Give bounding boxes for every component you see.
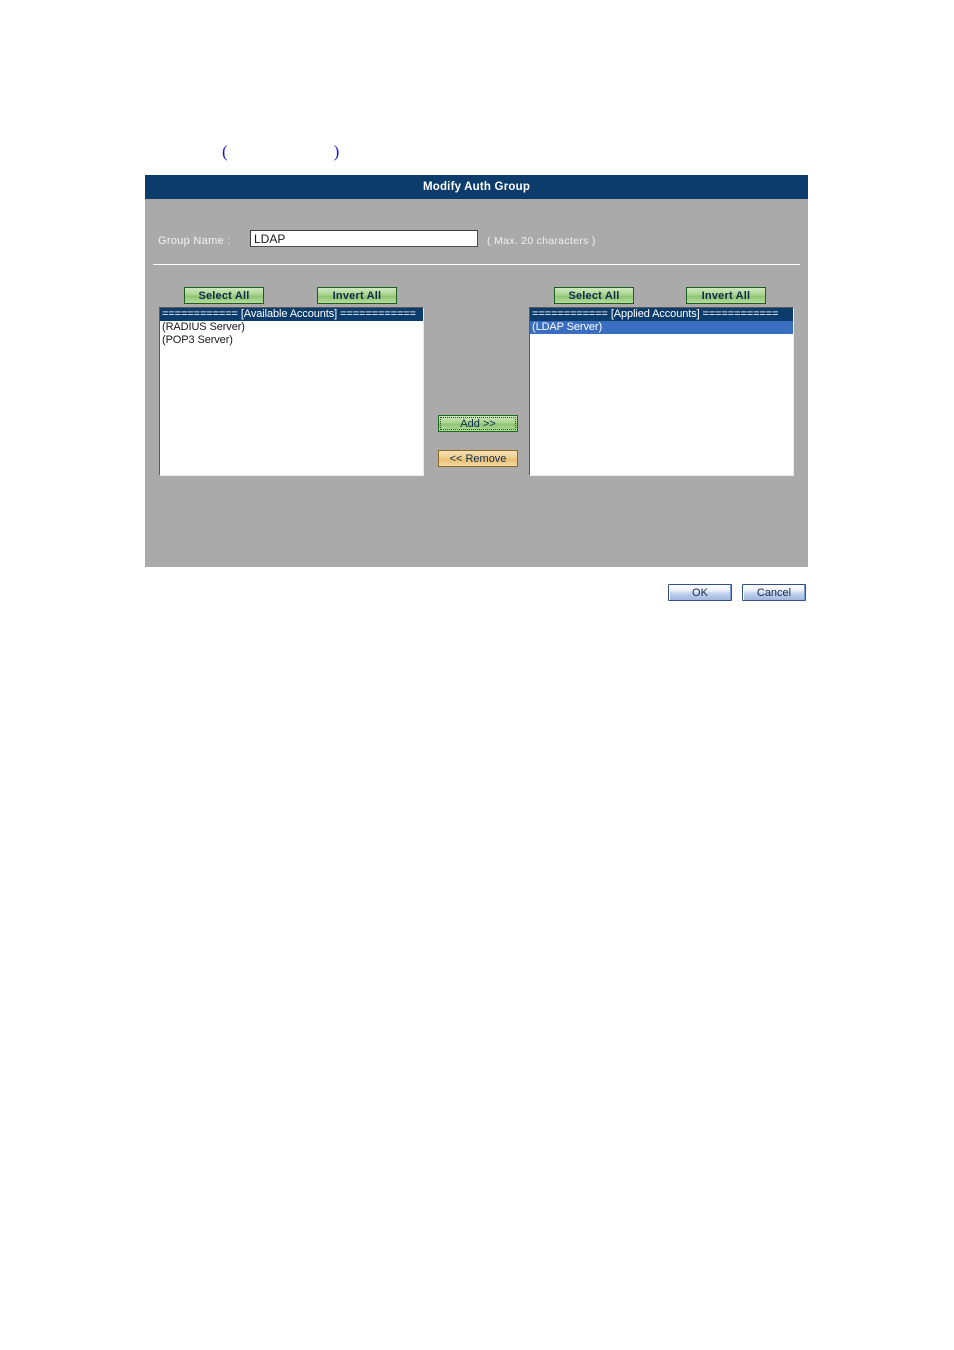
list-item[interactable]: (POP3 Server)	[160, 334, 423, 347]
dialog-body: Group Name : ( Max. 20 characters ) Sele…	[145, 199, 808, 567]
modify-auth-group-dialog: Modify Auth Group Group Name : ( Max. 20…	[145, 175, 808, 567]
available-accounts-listbox[interactable]: ============ [Available Accounts] ======…	[159, 307, 424, 476]
add-button[interactable]: Add >>	[438, 415, 518, 432]
section-divider	[153, 264, 800, 265]
list-item[interactable]: ============ [Available Accounts] ======…	[160, 308, 423, 321]
select-all-available-button[interactable]: Select All	[184, 287, 264, 304]
group-name-label: Group Name :	[158, 235, 231, 247]
ok-button[interactable]: OK	[668, 584, 732, 601]
invert-all-applied-button[interactable]: Invert All	[686, 287, 766, 304]
applied-accounts-listbox[interactable]: ============ [Applied Accounts] ========…	[529, 307, 794, 476]
group-name-input[interactable]	[250, 230, 478, 247]
group-name-hint: ( Max. 20 characters )	[487, 235, 596, 247]
footer-buttons: OK Cancel	[668, 584, 806, 601]
list-item[interactable]: (LDAP Server)	[530, 321, 793, 334]
group-name-row: Group Name : ( Max. 20 characters )	[145, 229, 808, 253]
cancel-button[interactable]: Cancel	[742, 584, 806, 601]
invert-all-available-button[interactable]: Invert All	[317, 287, 397, 304]
list-item[interactable]: ============ [Applied Accounts] ========…	[530, 308, 793, 321]
select-all-applied-button[interactable]: Select All	[554, 287, 634, 304]
page-caption: ( )	[222, 142, 341, 161]
remove-button[interactable]: << Remove	[438, 450, 518, 467]
list-item[interactable]: (RADIUS Server)	[160, 321, 423, 334]
dialog-titlebar: Modify Auth Group	[145, 175, 808, 199]
dialog-title: Modify Auth Group	[422, 181, 531, 193]
add-button-label: Add >>	[460, 417, 496, 430]
